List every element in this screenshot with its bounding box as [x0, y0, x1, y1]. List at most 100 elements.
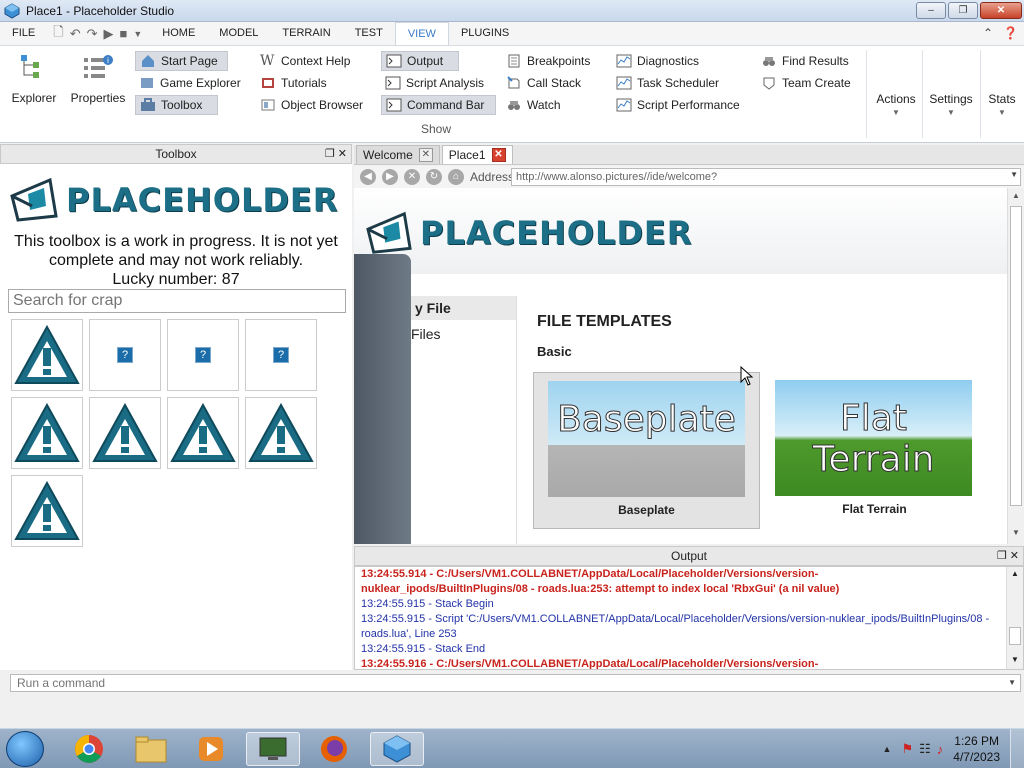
close-icon[interactable]: ✕: [418, 148, 433, 162]
scroll-up-icon[interactable]: ▲: [1011, 569, 1019, 578]
window-title: Place1 - Placeholder Studio: [26, 3, 175, 18]
breakpoints-button[interactable]: Breakpoints: [502, 51, 594, 71]
output-line: 13:24:55.914 - C:/Users/VM1.COLLABNET/Ap…: [361, 568, 819, 580]
taskbar-chrome[interactable]: [62, 732, 116, 766]
minimize-button[interactable]: –: [916, 2, 946, 19]
context-help-button[interactable]: W Context Help: [256, 51, 354, 71]
team-create-button[interactable]: Team Create: [757, 73, 855, 93]
command-bar-label: Command Bar: [407, 98, 485, 112]
tab-view[interactable]: VIEW: [394, 22, 449, 45]
close-icon[interactable]: ✕: [491, 148, 506, 162]
taskbar-media-player[interactable]: [184, 732, 238, 766]
stop-icon[interactable]: ■: [120, 26, 128, 41]
dock-icon[interactable]: ❐: [325, 148, 335, 160]
network-icon[interactable]: ☷: [919, 741, 931, 757]
scroll-thumb[interactable]: [1010, 206, 1022, 506]
object-browser-button[interactable]: Object Browser: [256, 95, 367, 115]
tutorials-icon: [262, 78, 274, 88]
stats-dropdown[interactable]: Stats ▼: [976, 92, 1024, 117]
ribbon-tabs: FILE 🗋 ↶ ↷ ▶ ■ ▼ HOME MODEL TERRAIN TEST…: [0, 22, 1024, 45]
show-hidden-icons-icon[interactable]: ▲: [883, 744, 892, 754]
volume-muted-icon[interactable]: ♪: [937, 742, 944, 757]
toolbox-item[interactable]: [245, 397, 317, 469]
toolbox-label: Toolbox: [161, 98, 203, 112]
nav-item-files[interactable]: Files: [411, 320, 516, 342]
clock[interactable]: 1:26 PM 4/7/2023: [953, 733, 1000, 765]
diagnostics-button[interactable]: Diagnostics: [612, 51, 703, 71]
command-input[interactable]: [10, 674, 1021, 692]
collapse-ribbon-icon[interactable]: ⌃: [983, 26, 993, 40]
play-icon[interactable]: ▶: [104, 26, 114, 42]
tab-model[interactable]: MODEL: [207, 22, 270, 45]
start-button[interactable]: [6, 731, 44, 767]
find-results-button[interactable]: Find Results: [757, 51, 853, 71]
scroll-down-icon[interactable]: ▼: [1011, 655, 1019, 664]
stop-icon[interactable]: ✕: [404, 169, 420, 185]
scroll-thumb[interactable]: [1009, 627, 1021, 645]
output-scrollbar[interactable]: ▲ ▼: [1006, 567, 1023, 669]
tutorials-button[interactable]: Tutorials: [256, 73, 331, 93]
restore-button[interactable]: ❐: [948, 2, 978, 19]
task-scheduler-button[interactable]: Task Scheduler: [612, 73, 723, 93]
command-bar-button[interactable]: Command Bar: [381, 95, 496, 115]
call-stack-button[interactable]: Call Stack: [502, 73, 585, 93]
toolbox-item[interactable]: ?: [167, 319, 239, 391]
address-input[interactable]: [511, 168, 1021, 186]
tab-home[interactable]: HOME: [150, 22, 207, 45]
game-explorer-button[interactable]: Game Explorer: [135, 73, 245, 93]
tab-place1[interactable]: Place1 ✕: [441, 145, 513, 164]
taskbar-explorer[interactable]: [124, 732, 178, 766]
output-line: 13:24:55.915 - Stack Begin: [361, 598, 494, 610]
webview-scrollbar[interactable]: ▲ ▼: [1007, 188, 1024, 544]
properties-button[interactable]: i Properties: [68, 52, 128, 105]
settings-dropdown[interactable]: Settings ▼: [925, 92, 977, 117]
refresh-icon[interactable]: ↻: [426, 169, 442, 185]
toolbox-button[interactable]: Toolbox: [135, 95, 218, 115]
toolbox-item[interactable]: ?: [89, 319, 161, 391]
home-icon[interactable]: ⌂: [448, 169, 464, 185]
show-desktop-button[interactable]: [1010, 729, 1024, 768]
taskbar-firefox[interactable]: [307, 732, 361, 766]
tab-terrain[interactable]: TERRAIN: [270, 22, 342, 45]
toolbox-item[interactable]: [11, 319, 83, 391]
scroll-down-icon[interactable]: ▼: [1012, 528, 1020, 537]
template-card-baseplate[interactable]: Baseplate Baseplate: [533, 372, 760, 529]
warning-icon: [92, 402, 158, 462]
script-performance-button[interactable]: Script Performance: [612, 95, 744, 115]
tab-plugins[interactable]: PLUGINS: [449, 22, 521, 45]
template-card-flat-terrain[interactable]: Flat Terrain Flat Terrain: [761, 372, 988, 529]
dropdown-icon[interactable]: ▼: [133, 29, 142, 39]
toolbox-item[interactable]: [11, 475, 83, 547]
taskbar-studio[interactable]: [370, 732, 424, 766]
tab-test[interactable]: TEST: [343, 22, 395, 45]
toolbox-item[interactable]: [11, 397, 83, 469]
output-line: 13:24:55.915 - Stack End: [361, 643, 486, 655]
script-analysis-button[interactable]: Script Analysis: [381, 73, 488, 93]
dock-icon[interactable]: ❐: [997, 550, 1007, 562]
toolbox-search-input[interactable]: [8, 289, 346, 313]
new-file-icon[interactable]: 🗋: [53, 23, 63, 45]
explorer-button[interactable]: Explorer: [6, 52, 62, 105]
back-icon[interactable]: ◀: [360, 169, 376, 185]
chevron-down-icon[interactable]: ▼: [1010, 170, 1018, 179]
toolbox-item[interactable]: [167, 397, 239, 469]
tab-welcome[interactable]: Welcome ✕: [356, 145, 440, 164]
close-button[interactable]: ✕: [980, 2, 1022, 19]
close-icon[interactable]: ✕: [338, 148, 347, 160]
start-page-button[interactable]: Start Page: [135, 51, 228, 71]
toolbox-item[interactable]: [89, 397, 161, 469]
output-button[interactable]: Output: [381, 51, 459, 71]
menu-file[interactable]: FILE: [0, 22, 47, 45]
chevron-down-icon[interactable]: ▼: [1008, 678, 1016, 687]
close-icon[interactable]: ✕: [1010, 550, 1019, 562]
undo-icon[interactable]: ↶: [70, 26, 81, 42]
toolbox-item[interactable]: ?: [245, 319, 317, 391]
actions-dropdown[interactable]: Actions ▼: [870, 92, 922, 117]
forward-icon[interactable]: ▶: [382, 169, 398, 185]
watch-button[interactable]: Watch: [502, 95, 565, 115]
action-center-icon[interactable]: ⚑: [901, 741, 913, 757]
taskbar-app[interactable]: [246, 732, 300, 766]
help-icon[interactable]: ❓: [1003, 26, 1018, 40]
scroll-up-icon[interactable]: ▲: [1012, 191, 1020, 200]
redo-icon[interactable]: ↷: [87, 26, 98, 42]
